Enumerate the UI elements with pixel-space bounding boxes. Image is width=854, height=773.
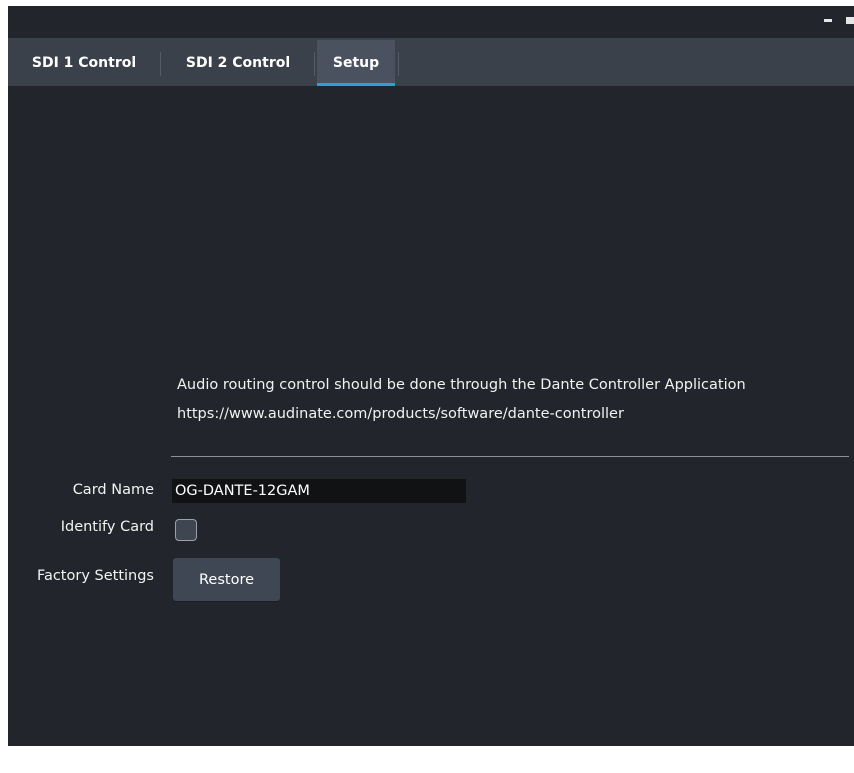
tab-separator: [398, 52, 399, 76]
tab-sdi-1-control[interactable]: SDI 1 Control: [8, 40, 160, 86]
factory-settings-label: Factory Settings: [36, 568, 154, 584]
tab-separator: [314, 52, 315, 76]
tab-setup[interactable]: Setup: [317, 40, 395, 86]
tab-bar: SDI 1 Control SDI 2 Control Setup: [8, 40, 854, 86]
section-divider: [171, 456, 849, 457]
restore-button[interactable]: Restore: [173, 558, 280, 601]
identify-card-label: Identify Card: [60, 519, 154, 535]
setup-panel: Audio routing control should be done thr…: [8, 86, 854, 746]
card-name-label: Card Name: [72, 482, 154, 498]
card-name-input[interactable]: [172, 479, 466, 503]
app-window: SDI 1 Control SDI 2 Control Setup Audio …: [8, 6, 854, 746]
identify-card-checkbox[interactable]: [175, 519, 197, 541]
dante-info-text: Audio routing control should be done thr…: [177, 377, 746, 393]
maximize-icon[interactable]: [846, 17, 854, 24]
tab-sdi-2-control[interactable]: SDI 2 Control: [161, 40, 315, 86]
minimize-icon[interactable]: [824, 19, 832, 22]
dante-controller-url: https://www.audinate.com/products/softwa…: [177, 406, 624, 422]
title-bar: [8, 6, 854, 40]
